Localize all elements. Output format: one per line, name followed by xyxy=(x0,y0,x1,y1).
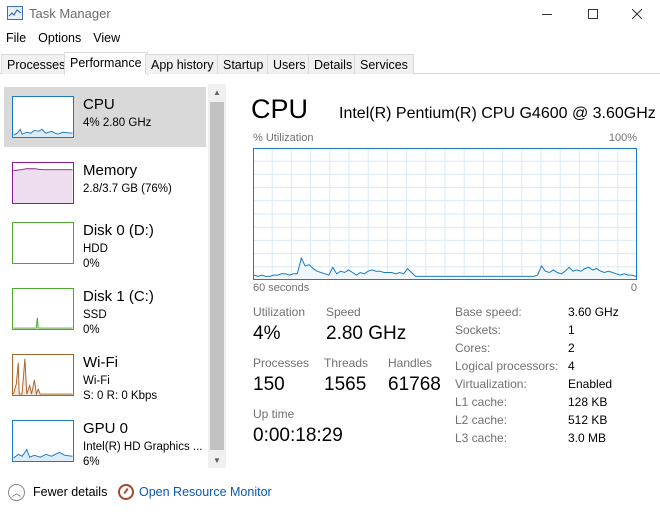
spec-label: Base speed: xyxy=(455,305,522,319)
sidebar-item-graph xyxy=(12,354,74,396)
sidebar-item-detail: Intel(R) HD Graphics ... xyxy=(83,441,203,453)
sidebar-item-gpu-0[interactable]: GPU 0 Intel(R) HD Graphics ... 6% xyxy=(4,411,206,471)
fewer-details-link[interactable]: Fewer details xyxy=(33,485,107,499)
sidebar-item-graph xyxy=(12,420,74,462)
sidebar-item-subdetail: 0% xyxy=(83,258,100,270)
sidebar-item-detail: HDD xyxy=(83,243,108,255)
scroll-up-icon[interactable]: ▲ xyxy=(208,84,226,100)
sidebar-item-graph xyxy=(12,288,74,330)
cpu-model: Intel(R) Pentium(R) CPU G4600 @ 3.60GHz xyxy=(339,105,656,122)
footer: ︿ Fewer details Open Resource Monitor xyxy=(0,478,660,508)
processes-label: Processes xyxy=(253,356,310,370)
resource-list: CPU 4% 2.80 GHz Memory 2.8/3.7 GB (76%) Disk… xyxy=(0,84,228,468)
sidebar-item-title: Wi-Fi xyxy=(83,354,118,371)
menu-file[interactable]: File xyxy=(0,29,32,49)
sidebar-item-subdetail: S: 0 R: 0 Kbps xyxy=(83,390,158,402)
utilization-value: 4% xyxy=(253,323,281,344)
sidebar-item-cpu[interactable]: CPU 4% 2.80 GHz xyxy=(4,87,206,147)
tab-details[interactable]: Details xyxy=(308,54,359,74)
spec-label: Virtualization: xyxy=(455,377,527,391)
spec-label: L3 cache: xyxy=(455,431,508,445)
scroll-thumb[interactable] xyxy=(210,102,224,450)
tab-bar: Processes Performance App history Startu… xyxy=(0,52,660,75)
processes-value: 150 xyxy=(253,374,285,395)
tab-users[interactable]: Users xyxy=(267,54,312,74)
uptime-label: Up time xyxy=(253,407,295,421)
time-axis-right-label: 0 xyxy=(630,282,637,294)
sidebar-item-detail: 4% 2.80 GHz xyxy=(83,117,152,129)
threads-label: Threads xyxy=(324,356,369,370)
spec-value: Enabled xyxy=(568,377,613,391)
sidebar-item-graph xyxy=(12,222,74,264)
sidebar-item-title: Disk 0 (D:) xyxy=(83,222,154,239)
menu-bar: File Options View xyxy=(0,29,126,49)
spec-value: 3.0 MB xyxy=(568,431,607,445)
sidebar-item-graph xyxy=(12,96,74,138)
spec-label: L2 cache: xyxy=(455,413,508,427)
scroll-down-icon[interactable]: ▼ xyxy=(208,452,226,468)
spec-value: 128 KB xyxy=(568,395,608,409)
spec-value: 3.60 GHz xyxy=(568,305,619,319)
utilization-max-label: 100% xyxy=(608,132,637,144)
sidebar-item-subdetail: 0% xyxy=(83,324,100,336)
speed-value: 2.80 GHz xyxy=(326,323,407,344)
maximize-icon[interactable] xyxy=(570,0,616,28)
resource-monitor-icon[interactable] xyxy=(118,484,134,500)
sidebar-item-memory[interactable]: Memory 2.8/3.7 GB (76%) xyxy=(4,153,206,213)
spec-value: 4 xyxy=(568,359,575,373)
tab-app-history[interactable]: App history xyxy=(145,54,220,74)
sidebar-item-detail: 2.8/3.7 GB (76%) xyxy=(83,183,172,195)
window-title: Task Manager xyxy=(29,6,111,21)
spec-value: 512 KB xyxy=(568,413,608,427)
uptime-value: 0:00:18:29 xyxy=(253,425,343,446)
task-manager-icon xyxy=(7,6,23,20)
tab-processes[interactable]: Processes xyxy=(1,54,72,74)
close-icon[interactable] xyxy=(614,0,660,28)
spec-label: Sockets: xyxy=(455,323,502,337)
chevron-up-icon[interactable]: ︿ xyxy=(8,484,25,501)
utilization-label: Utilization xyxy=(253,305,306,319)
cpu-detail-pane: CPU Intel(R) Pentium(R) CPU G4600 @ 3.60… xyxy=(232,84,660,468)
sidebar-item-graph xyxy=(12,162,74,204)
time-axis-left-label: 60 seconds xyxy=(253,282,310,294)
sidebar-item-disk-0-d[interactable]: Disk 0 (D:) HDD 0% xyxy=(4,213,206,273)
spec-value: 2 xyxy=(568,341,575,355)
sidebar-item-subdetail: 6% xyxy=(83,456,100,468)
spec-label: Logical processors: xyxy=(455,359,559,373)
sidebar-item-detail: Wi-Fi xyxy=(83,375,110,387)
threads-value: 1565 xyxy=(324,374,367,395)
utilization-axis-label: % Utilization xyxy=(253,132,314,144)
sidebar-item-title: Disk 1 (C:) xyxy=(83,288,154,305)
handles-label: Handles xyxy=(388,356,433,370)
spec-label: L1 cache: xyxy=(455,395,508,409)
menu-options[interactable]: Options xyxy=(32,29,87,49)
tab-performance[interactable]: Performance xyxy=(64,52,148,75)
sidebar-item-disk-1-c[interactable]: Disk 1 (C:) SSD 0% xyxy=(4,279,206,339)
open-resource-monitor-link[interactable]: Open Resource Monitor xyxy=(139,485,272,499)
sidebar-item-title: CPU xyxy=(83,96,115,113)
title-bar: Task Manager xyxy=(0,0,660,28)
menu-view[interactable]: View xyxy=(87,29,126,49)
spec-label: Cores: xyxy=(455,341,491,355)
tab-services[interactable]: Services xyxy=(354,54,414,74)
minimize-icon[interactable] xyxy=(524,0,570,28)
tab-startup[interactable]: Startup xyxy=(217,54,270,74)
sidebar-item-detail: SSD xyxy=(83,309,107,321)
handles-value: 61768 xyxy=(388,374,441,395)
spec-value: 1 xyxy=(568,323,575,337)
scrollbar[interactable]: ▲ ▼ xyxy=(208,84,226,468)
speed-label: Speed xyxy=(326,305,361,319)
sidebar-item-wi-fi[interactable]: Wi-Fi Wi-Fi S: 0 R: 0 Kbps xyxy=(4,345,206,405)
page-title: CPU xyxy=(251,94,309,124)
sidebar-item-title: GPU 0 xyxy=(83,420,129,437)
sidebar-item-title: Memory xyxy=(83,162,138,179)
cpu-utilization-graph xyxy=(253,148,637,280)
